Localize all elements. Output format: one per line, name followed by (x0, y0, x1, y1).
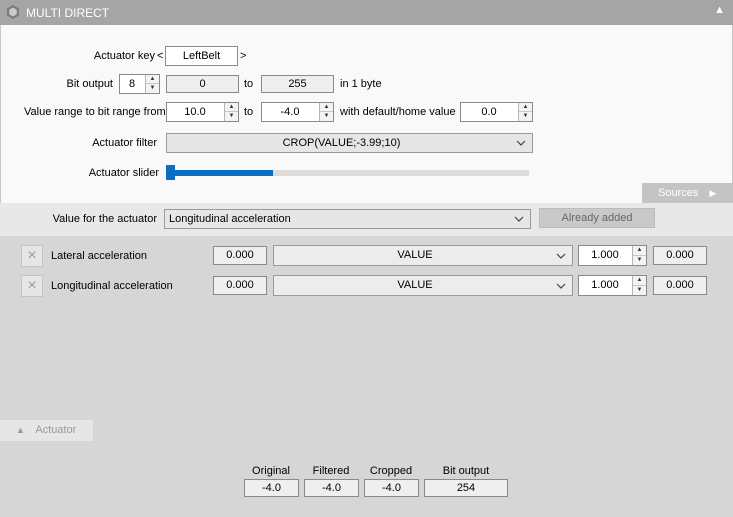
list-item: × Lateral acceleration 0.000 VALUE 1.000… (0, 244, 733, 268)
input-result-value: 0.000 (653, 246, 707, 265)
spin-up-icon[interactable]: ▲ (146, 75, 159, 84)
input-name: Lateral acceleration (51, 250, 148, 262)
value-range-from-stepper[interactable]: 10.0 ▲ ▼ (166, 102, 239, 122)
input-current-value: 0.000 (213, 276, 267, 295)
bit-range-to: 255 (261, 75, 334, 93)
input-factor-stepper[interactable]: 1.000 ▲ ▼ (578, 275, 647, 296)
actuator-key-prev-button[interactable]: < (157, 50, 163, 62)
actuator-slider-track[interactable] (166, 170, 529, 176)
input-factor-stepper[interactable]: 1.000 ▲ ▼ (578, 245, 647, 266)
triangle-up-icon: ▲ (16, 425, 25, 435)
readout-value-cropped: -4.0 (364, 479, 419, 497)
remove-input-button[interactable]: × (21, 275, 43, 297)
input-current-value: 0.000 (213, 246, 267, 265)
value-selection-panel: Value for the actuator Longitudinal acce… (0, 203, 733, 236)
spin-down-icon[interactable]: ▼ (519, 112, 532, 121)
triangle-up-icon: ▲ (714, 4, 725, 16)
actuator-key-next-button[interactable]: > (240, 50, 246, 62)
spinner[interactable]: ▲ ▼ (632, 246, 646, 265)
remove-input-button[interactable]: × (21, 245, 43, 267)
input-mode-value: VALUE (397, 279, 433, 291)
spinner[interactable]: ▲ ▼ (145, 75, 159, 93)
chevron-down-icon (556, 253, 566, 259)
spin-up-icon[interactable]: ▲ (633, 276, 646, 286)
readout-label-original: Original (252, 465, 290, 477)
actuator-slider-fill (166, 170, 273, 176)
app-icon (7, 5, 19, 19)
bit-output-stepper[interactable]: 8 ▲ ▼ (119, 74, 160, 94)
spin-up-icon[interactable]: ▲ (519, 103, 532, 112)
input-result-value: 0.000 (653, 276, 707, 295)
input-factor-value: 1.000 (591, 249, 619, 261)
readout-value-filtered: -4.0 (304, 479, 359, 497)
input-factor-value: 1.000 (591, 279, 619, 291)
actuator-tab[interactable]: ▲ Actuator (0, 420, 93, 441)
spinner[interactable]: ▲ ▼ (319, 103, 333, 121)
value-range-to-label: to (244, 106, 254, 118)
value-for-actuator-select[interactable]: Longitudinal acceleration (164, 209, 531, 229)
sources-label: Sources (658, 187, 699, 199)
actuator-filter-value: CROP(VALUE;-3.99;10) (282, 137, 401, 149)
chevron-down-icon (556, 283, 566, 289)
window-title: MULTI DIRECT (26, 6, 110, 20)
readout-value-bit-output: 254 (424, 479, 508, 497)
spinner[interactable]: ▲ ▼ (224, 103, 238, 121)
value-for-actuator-label: Value for the actuator (52, 213, 157, 225)
actuator-key-label: Actuator key (93, 50, 155, 62)
config-panel: Actuator key < LeftBelt > Bit output 8 ▲… (0, 25, 733, 203)
spin-down-icon[interactable]: ▼ (320, 112, 333, 121)
title-bar: MULTI DIRECT ▲ (0, 0, 733, 25)
spin-down-icon[interactable]: ▼ (633, 286, 646, 296)
spin-up-icon[interactable]: ▲ (225, 103, 238, 112)
bit-range-from: 0 (166, 75, 239, 93)
input-name: Longitudinal acceleration (51, 280, 173, 292)
sources-button[interactable]: Sources ▶ (642, 183, 733, 203)
value-range-from-value: 10.0 (184, 106, 206, 118)
value-for-actuator-value: Longitudinal acceleration (169, 213, 291, 225)
input-mode-value: VALUE (397, 249, 433, 261)
actuator-readout-panel: Original -4.0 Filtered -4.0 Cropped -4.0… (0, 441, 733, 517)
value-range-label: Value range to bit range from (24, 106, 166, 118)
spinner[interactable]: ▲ ▼ (632, 276, 646, 295)
actuator-filter-label: Actuator filter (92, 137, 157, 149)
value-range-to-stepper[interactable]: -4.0 ▲ ▼ (261, 102, 334, 122)
readout-label-bit-output: Bit output (442, 465, 490, 477)
input-mode-select[interactable]: VALUE (273, 275, 573, 296)
actuator-slider-label: Actuator slider (88, 167, 159, 179)
default-value-stepper[interactable]: 0.0 ▲ ▼ (460, 102, 533, 122)
spin-down-icon[interactable]: ▼ (146, 84, 159, 93)
actuator-key-field[interactable]: LeftBelt (165, 46, 238, 66)
bit-output-value: 8 (128, 78, 136, 90)
collapse-button[interactable]: ▲ (714, 4, 725, 16)
spin-down-icon[interactable]: ▼ (225, 112, 238, 121)
chevron-down-icon (516, 140, 526, 146)
chevron-down-icon (514, 216, 524, 222)
close-icon: × (27, 247, 37, 264)
readout-value-original: -4.0 (244, 479, 299, 497)
actuator-filter-select[interactable]: CROP(VALUE;-3.99;10) (166, 133, 533, 153)
default-value-value: 0.0 (481, 106, 497, 118)
inputs-list: × Lateral acceleration 0.000 VALUE 1.000… (0, 236, 733, 441)
spin-up-icon[interactable]: ▲ (320, 103, 333, 112)
input-mode-select[interactable]: VALUE (273, 245, 573, 266)
readout-label-filtered: Filtered (312, 465, 350, 477)
readout-label-cropped: Cropped (369, 465, 413, 477)
close-icon: × (27, 277, 37, 294)
spinner[interactable]: ▲ ▼ (518, 103, 532, 121)
triangle-right-icon: ▶ (709, 188, 717, 198)
default-value-label: with default/home value (340, 106, 456, 118)
list-item: × Longitudinal acceleration 0.000 VALUE … (0, 274, 733, 298)
bit-range-to-label: to (244, 78, 254, 90)
value-range-to-value: -4.0 (280, 106, 300, 118)
already-added-button[interactable]: Already added (539, 208, 655, 228)
actuator-slider-thumb[interactable] (166, 165, 175, 180)
spin-down-icon[interactable]: ▼ (633, 256, 646, 266)
actuator-tab-label: Actuator (35, 424, 77, 436)
bit-output-suffix: in 1 byte (340, 78, 382, 90)
spin-up-icon[interactable]: ▲ (633, 246, 646, 256)
bit-output-label: Bit output (66, 78, 113, 90)
